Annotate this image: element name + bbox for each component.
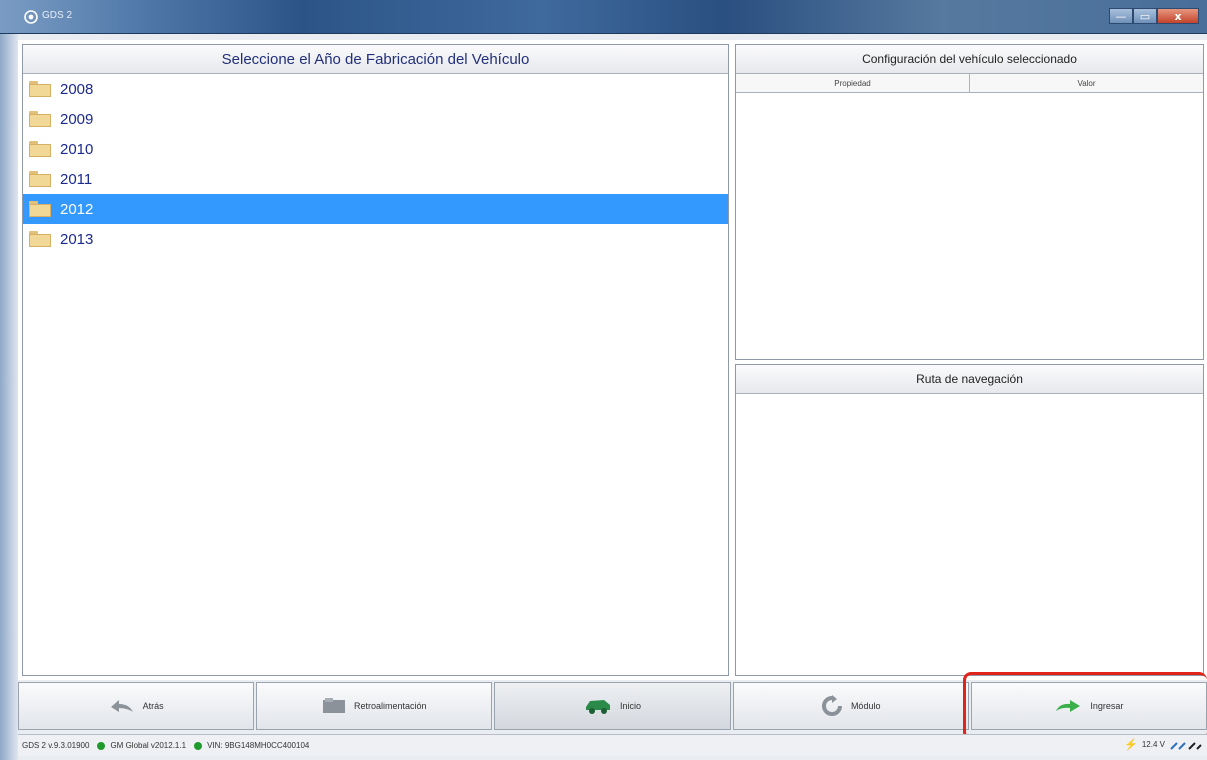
folder-icon bbox=[29, 81, 51, 97]
minimize-button[interactable]: — bbox=[1109, 8, 1133, 24]
tree-item-label: 2008 bbox=[60, 80, 94, 98]
folder-icon bbox=[29, 201, 51, 217]
home-button-label: Inicio bbox=[620, 701, 642, 711]
navigation-path-panel: Ruta de navegación bbox=[735, 364, 1204, 676]
voltage-text: 12.4 V bbox=[1141, 740, 1165, 749]
tree-item-2011[interactable]: 2011 bbox=[23, 164, 728, 194]
app-logo-icon bbox=[24, 10, 38, 24]
folder-icon bbox=[29, 171, 51, 187]
maximize-button[interactable]: ▭ bbox=[1133, 8, 1157, 24]
year-selection-panel: Seleccione el Año de Fabricación del Veh… bbox=[22, 44, 729, 676]
tree-item-2012[interactable]: 2012 bbox=[23, 194, 728, 224]
folder-icon bbox=[29, 231, 51, 247]
tree-item-label: 2012 bbox=[60, 200, 94, 218]
status-bar: GDS 2 v.9.3.01900 GM Global v2012.1.1 VI… bbox=[18, 734, 1207, 756]
feedback-icon bbox=[323, 698, 346, 713]
title-bar: GDS 2 — ▭ x bbox=[0, 0, 1207, 34]
version-text: GDS 2 v.9.3.01900 bbox=[22, 741, 90, 750]
back-arrow-icon bbox=[110, 700, 133, 712]
column-header-value[interactable]: Valor bbox=[970, 74, 1203, 92]
back-button-label: Atrás bbox=[142, 701, 164, 711]
feedback-button-label: Retroalimentación bbox=[354, 701, 427, 711]
vin-status: VIN: 9BG148MH0CC400104 bbox=[194, 741, 309, 750]
year-tree: 2008 2009 2010 2011 2012 2013 bbox=[23, 74, 728, 254]
highlight-annotation bbox=[963, 672, 1207, 740]
folder-icon bbox=[29, 141, 51, 157]
tree-item-2010[interactable]: 2010 bbox=[23, 134, 728, 164]
refresh-icon bbox=[821, 695, 842, 716]
tree-item-label: 2010 bbox=[60, 140, 94, 158]
window-controls: — ▭ x bbox=[1109, 8, 1199, 24]
bolt-icon: ⚡ bbox=[1124, 739, 1138, 751]
folder-icon bbox=[29, 111, 51, 127]
tree-item-label: 2013 bbox=[60, 230, 94, 248]
global-version-text: GM Global v2012.1.1 bbox=[110, 741, 187, 750]
global-status: GM Global v2012.1.1 bbox=[97, 741, 186, 750]
close-button[interactable]: x bbox=[1157, 8, 1199, 24]
back-button[interactable]: Atrás bbox=[18, 682, 255, 730]
tree-item-label: 2011 bbox=[60, 170, 93, 188]
tree-item-2008[interactable]: 2008 bbox=[23, 74, 728, 104]
tree-item-label: 2009 bbox=[60, 110, 94, 128]
module-button[interactable]: Módulo bbox=[732, 682, 969, 730]
feedback-button[interactable]: Retroalimentación bbox=[256, 682, 493, 730]
home-button[interactable]: Inicio bbox=[494, 682, 731, 730]
vin-text: VIN: 9BG148MH0CC400104 bbox=[207, 741, 310, 750]
config-table-header: Propiedad Valor bbox=[736, 74, 1203, 93]
column-header-property[interactable]: Propiedad bbox=[736, 74, 970, 92]
voltage-indicator: ⚡ 12.4 V bbox=[1124, 738, 1203, 751]
nav-panel-header: Ruta de navegación bbox=[736, 365, 1203, 394]
status-dot-icon bbox=[194, 741, 203, 750]
window-title: GDS 2 bbox=[42, 10, 73, 21]
year-panel-header: Seleccione el Año de Fabricación del Veh… bbox=[23, 45, 728, 74]
window-edge bbox=[0, 34, 18, 760]
tree-item-2009[interactable]: 2009 bbox=[23, 104, 728, 134]
module-button-label: Módulo bbox=[850, 701, 881, 711]
vehicle-config-panel: Configuración del vehículo seleccionado … bbox=[735, 44, 1204, 360]
home-car-icon bbox=[586, 700, 610, 714]
status-dot-icon bbox=[97, 741, 106, 750]
config-panel-header: Configuración del vehículo seleccionado bbox=[736, 45, 1203, 74]
connection-icon bbox=[1170, 741, 1202, 750]
tree-item-2013[interactable]: 2013 bbox=[23, 224, 728, 254]
